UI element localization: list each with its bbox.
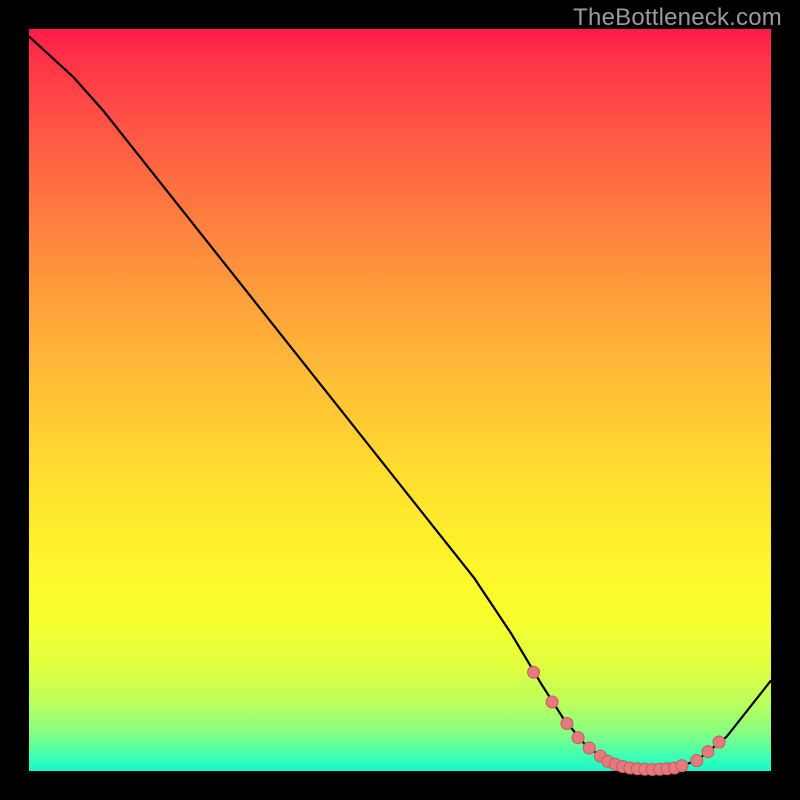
chart-frame: TheBottleneck.com [0,0,800,800]
highlight-markers [528,666,726,775]
curve-marker [583,742,595,754]
curve-marker [572,732,584,744]
chart-svg [29,29,771,771]
curve-marker [702,746,714,758]
curve-marker [713,736,725,748]
curve-marker [528,666,540,678]
curve-marker [561,718,573,730]
curve-marker [676,760,688,772]
curve-marker [546,696,558,708]
curve-marker [691,755,703,767]
bottleneck-curve [29,36,771,769]
watermark-text: TheBottleneck.com [573,4,782,32]
